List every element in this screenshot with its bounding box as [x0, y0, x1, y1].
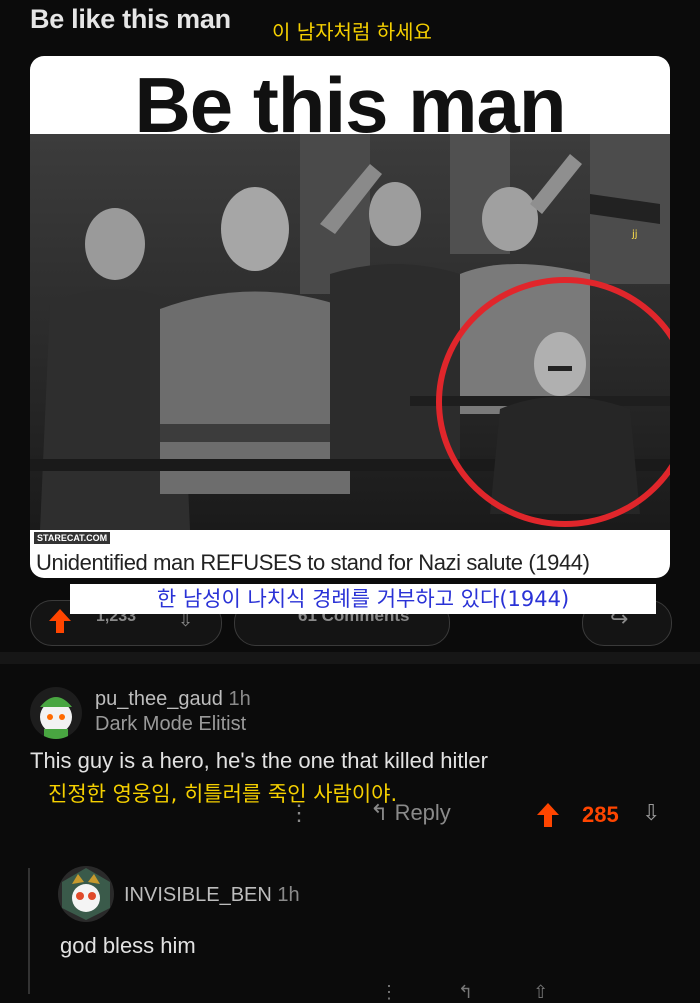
- comment-username[interactable]: INVISIBLE_BEN 1h: [124, 884, 300, 907]
- comment-time: 1h: [228, 688, 251, 710]
- reply-icon: ↰: [370, 800, 389, 825]
- user-flair: Dark Mode Elitist: [95, 713, 247, 735]
- meme-caption: Unidentified man REFUSES to stand for Na…: [36, 550, 590, 575]
- comment-time: 1h: [277, 884, 300, 906]
- more-icon[interactable]: ⋮: [288, 800, 311, 826]
- username-text[interactable]: INVISIBLE_BEN: [124, 884, 272, 906]
- comment-actions-cutoff: ⋮↰⇧: [380, 982, 609, 1002]
- avatar[interactable]: [30, 687, 82, 739]
- historical-photo: jj: [30, 134, 670, 530]
- caption-translation: 한 남성이 나치식 경례를 거부하고 있다(1944): [70, 584, 656, 614]
- reply-label: Reply: [394, 800, 451, 825]
- photo-mark: jj: [631, 229, 638, 240]
- watermark: STARECAT.COM: [34, 532, 111, 544]
- post-title: Be like this man: [30, 4, 231, 34]
- thread-line[interactable]: [28, 868, 30, 994]
- comment-body: god bless him: [60, 933, 196, 958]
- section-divider: [0, 652, 700, 664]
- comment-body: This guy is a hero, he's the one that ki…: [30, 748, 488, 773]
- upvote-arrow-icon[interactable]: [48, 608, 72, 634]
- comment-username[interactable]: pu_thee_gaud 1h: [95, 688, 251, 711]
- username-text[interactable]: pu_thee_gaud: [95, 688, 223, 710]
- reply-button[interactable]: ↰ Reply: [370, 800, 451, 826]
- comment-score: 285: [582, 802, 619, 827]
- post-title-translation: 이 남자처럼 하세요: [272, 20, 432, 44]
- comment-translation: 진정한 영웅임, 히틀러를 죽인 사람이야.: [48, 782, 398, 806]
- meme-image[interactable]: Be this man jj STARECAT.COM Unidentified…: [30, 56, 670, 578]
- avatar[interactable]: [58, 866, 114, 922]
- snoo-avatar-icon: [40, 697, 72, 739]
- upvote-arrow-icon[interactable]: [536, 802, 560, 828]
- snoo-avatar-icon: [62, 868, 110, 920]
- downvote-arrow-icon[interactable]: ⇩: [642, 800, 660, 826]
